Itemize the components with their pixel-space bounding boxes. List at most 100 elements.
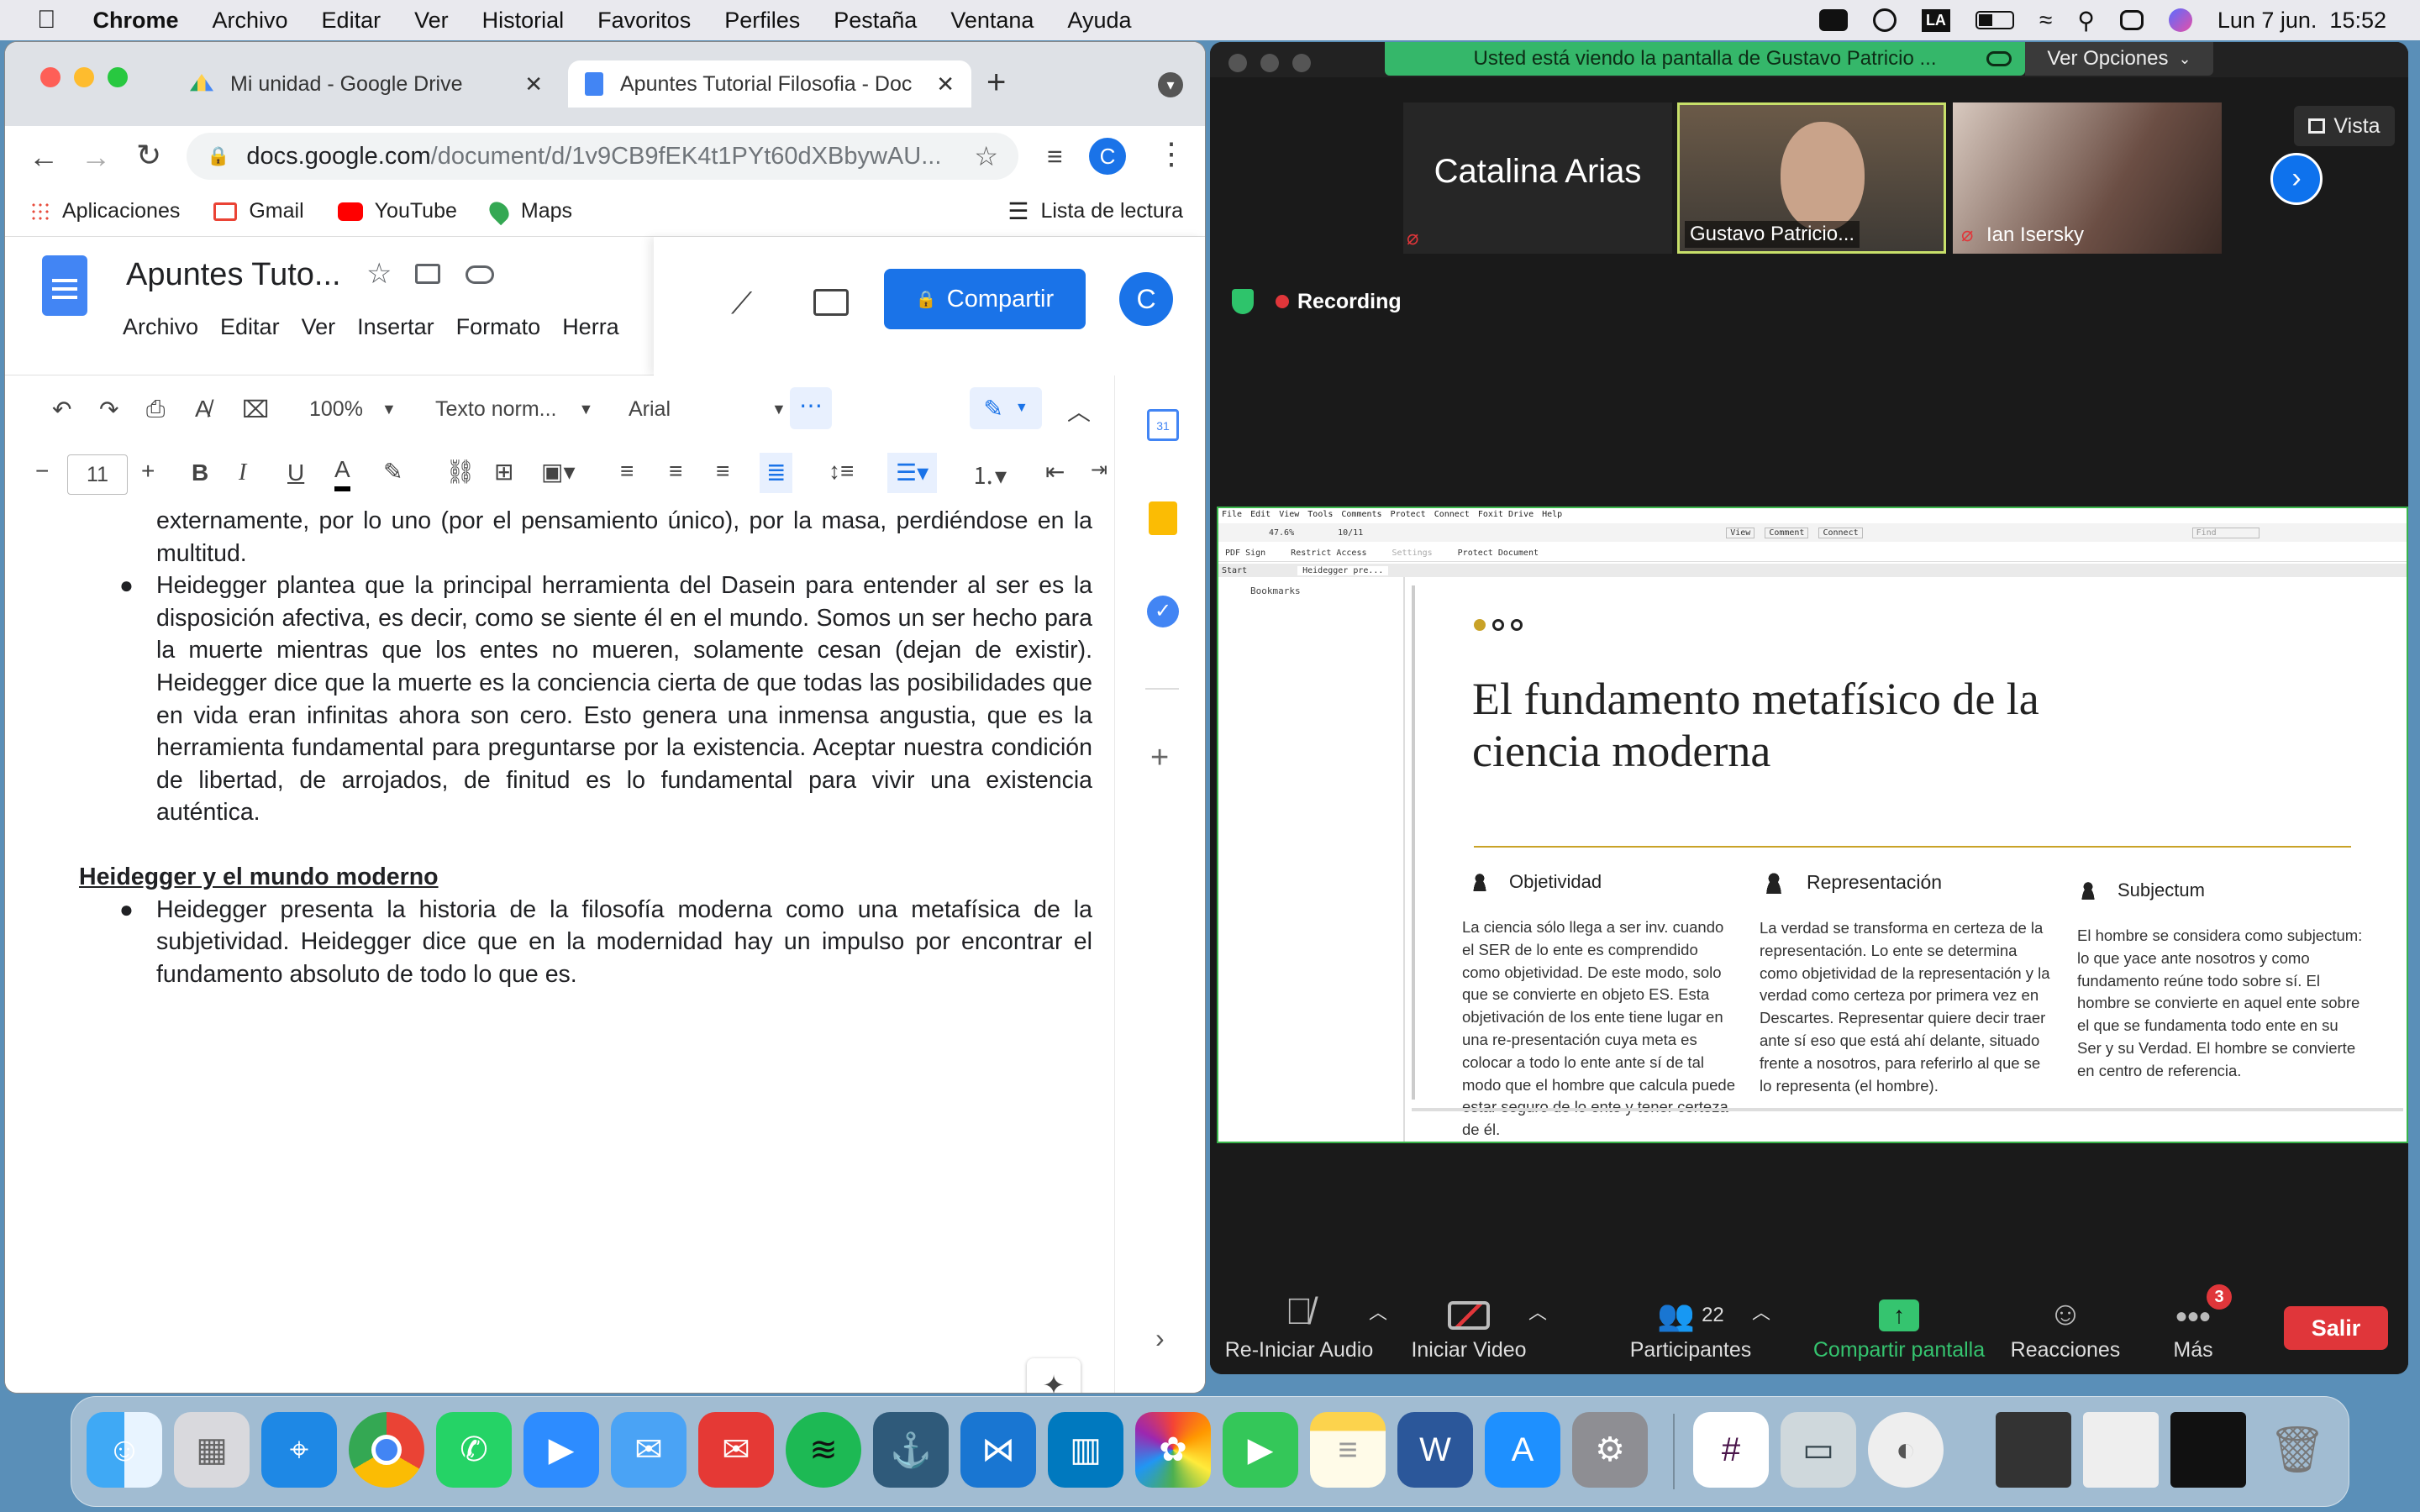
vista-button[interactable]: Vista (2294, 106, 2395, 146)
document-title[interactable]: Apuntes Tuto... (126, 257, 341, 293)
control-center-icon[interactable] (2119, 10, 2144, 30)
insert-link-icon[interactable]: ⛓ (445, 458, 476, 486)
bold-icon[interactable]: B (192, 459, 208, 486)
reading-list[interactable]: ☰ Lista de lectura (1007, 197, 1183, 225)
menu-historial[interactable]: Historial (482, 8, 565, 34)
facetime-icon[interactable]: ▶ (1223, 1412, 1298, 1488)
docs-menu-editar[interactable]: Editar (220, 314, 280, 340)
numbered-list-icon[interactable]: ⒈▾ (971, 458, 1007, 491)
chrome-profile-avatar[interactable]: C (1089, 138, 1126, 175)
back-icon[interactable]: ← (29, 139, 59, 175)
activity-trend-icon[interactable]: ⟋ (731, 286, 752, 322)
text-color-icon[interactable]: A (334, 453, 350, 491)
trello-icon[interactable]: ▥ (1048, 1412, 1123, 1488)
leave-meeting-button[interactable]: Salir (2284, 1306, 2388, 1350)
google-calendar-icon[interactable]: 31 (1147, 409, 1179, 441)
apple-icon[interactable]:  (37, 6, 56, 34)
participant-tile-gustavo[interactable]: Gustavo Patricio... (1677, 102, 1946, 254)
align-justify-icon[interactable]: ≣ (760, 453, 793, 493)
system-preferences-icon[interactable]: ⚙ (1572, 1412, 1648, 1488)
add-addon-icon[interactable]: + (1150, 740, 1169, 776)
docs-menu-formato[interactable]: Formato (456, 314, 541, 340)
minimize-window-button[interactable] (1260, 54, 1279, 72)
tab-google-drive[interactable]: Mi unidad - Google Drive ✕ (173, 60, 560, 108)
move-folder-icon[interactable] (415, 264, 440, 284)
share-button[interactable]: 🔒 Compartir (884, 269, 1086, 329)
document-canvas[interactable]: externamente, por lo uno (por el pensami… (5, 505, 1114, 1393)
menu-ventana[interactable]: Ventana (950, 8, 1034, 34)
menu-ayuda[interactable]: Ayuda (1067, 8, 1131, 34)
bulleted-list-icon[interactable]: ☰▾ (887, 453, 938, 493)
battery-icon[interactable] (1975, 11, 2014, 29)
zoom-app-icon[interactable]: ▶ (523, 1412, 599, 1488)
line-spacing-icon[interactable]: ↕≡ (829, 458, 854, 485)
forward-icon[interactable]: → (81, 139, 111, 175)
video-button[interactable]: Iniciar Video (1402, 1281, 1536, 1374)
close-window-button[interactable] (40, 67, 60, 87)
play-status-icon[interactable] (1872, 8, 1897, 32)
mysql-workbench-icon[interactable]: ⚓ (873, 1412, 949, 1488)
comments-icon[interactable] (813, 289, 849, 316)
new-tab-button[interactable]: + (986, 64, 1006, 102)
align-right-icon[interactable]: ≡ (716, 458, 729, 485)
reactions-button[interactable]: ☺ Reacciones (1981, 1281, 2149, 1374)
wifi-icon[interactable]: ≈ (2039, 7, 2052, 34)
align-center-icon[interactable]: ≡ (669, 458, 682, 485)
font-size-increase-icon[interactable]: + (141, 458, 155, 485)
align-left-icon[interactable]: ≡ (620, 458, 634, 485)
highlight-color-icon[interactable]: ✎ (383, 458, 402, 486)
underline-icon[interactable]: U (287, 459, 304, 486)
tab-google-docs-active[interactable]: Apuntes Tutorial Filosofia - Doc ✕ (568, 60, 971, 108)
font-select[interactable]: Arial ▼ (629, 397, 786, 422)
minimize-window-button[interactable] (74, 67, 94, 87)
explore-button[interactable]: ✦ (1027, 1358, 1081, 1393)
close-tab-icon[interactable]: ✕ (524, 71, 543, 97)
docs-logo-icon[interactable] (42, 255, 87, 316)
star-document-icon[interactable]: ☆ (366, 257, 392, 291)
participant-tile-catalina[interactable]: Catalina Arias ⌀ (1403, 102, 1672, 254)
recent-window-thumbnail[interactable] (2170, 1412, 2246, 1488)
maximize-window-button[interactable] (1292, 54, 1311, 72)
slack-icon[interactable]: # (1693, 1412, 1769, 1488)
bookmark-star-icon[interactable]: ☆ (974, 140, 998, 172)
chrome-menu-icon[interactable]: ⋮ (1156, 136, 1186, 171)
clock[interactable]: Lun 7 jun. 15:52 (2217, 8, 2386, 34)
docs-menu-archivo[interactable]: Archivo (123, 314, 198, 340)
font-size-decrease-icon[interactable]: − (35, 458, 49, 485)
recent-window-thumbnail[interactable] (2083, 1412, 2159, 1488)
audio-button[interactable]: 🎙̸ Re-Iniciar Audio (1223, 1281, 1375, 1374)
bookmark-gmail[interactable]: Gmail (213, 199, 304, 223)
insert-comment-icon[interactable]: ⊞ (494, 458, 513, 486)
menu-perfiles[interactable]: Perfiles (724, 8, 800, 34)
increase-indent-icon[interactable]: ⇥ (1091, 458, 1107, 482)
menu-ver[interactable]: Ver (414, 8, 449, 34)
launchpad-icon[interactable]: ▦ (174, 1412, 250, 1488)
whatsapp-icon[interactable]: ✆ (436, 1412, 512, 1488)
bookmark-youtube[interactable]: YouTube (337, 199, 457, 223)
next-participants-button[interactable]: › (2270, 153, 2323, 205)
recording-indicator[interactable]: Recording (1232, 289, 1402, 314)
google-keep-icon[interactable] (1149, 501, 1177, 535)
airmail-icon[interactable]: ✉ (698, 1412, 774, 1488)
docs-menu-herramientas[interactable]: Herra (562, 314, 619, 340)
siri-icon[interactable] (2168, 8, 2192, 32)
menu-archivo[interactable]: Archivo (213, 8, 288, 34)
menu-app-name[interactable]: Chrome (93, 8, 179, 34)
hide-side-panel-icon[interactable]: › (1155, 1323, 1165, 1354)
maximize-window-button[interactable] (108, 67, 128, 87)
notes-icon[interactable]: ≡ (1310, 1412, 1386, 1488)
document-body[interactable]: externamente, por lo uno (por el pensami… (76, 505, 1092, 990)
font-size-field[interactable]: 11 (67, 454, 128, 495)
print-icon[interactable]: ⎙ (146, 396, 165, 423)
close-tab-icon[interactable]: ✕ (936, 71, 955, 97)
paint-format-icon[interactable]: ⌧ (242, 396, 269, 423)
bookmark-apps[interactable]: Aplicaciones (30, 199, 180, 223)
trash-icon[interactable]: 🗑 (2260, 1412, 2335, 1488)
google-tasks-icon[interactable]: ✓ (1147, 596, 1179, 627)
menu-favoritos[interactable]: Favoritos (597, 8, 691, 34)
photos-icon[interactable]: ✿ (1135, 1412, 1211, 1488)
la-status-icon[interactable]: LA (1921, 8, 1950, 32)
redo-icon[interactable]: ↷ (99, 396, 118, 423)
safari-icon[interactable]: ⌖ (261, 1412, 337, 1488)
spotify-icon[interactable]: ≋ (786, 1412, 861, 1488)
